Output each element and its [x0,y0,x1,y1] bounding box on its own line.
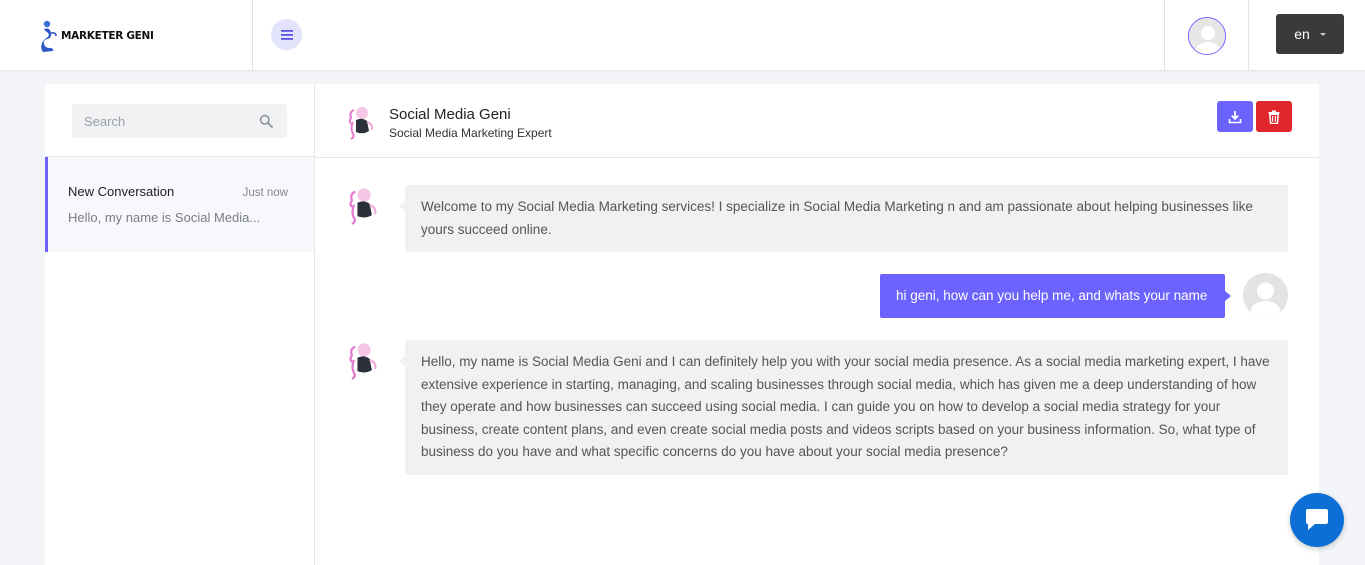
user-message: hi geni, how can you help me, and whats … [880,274,1231,318]
brand-name: MARKETER GENI [61,29,154,42]
user-placeholder-icon [1188,17,1225,54]
conversation-item[interactable]: New Conversation Just now Hello, my name… [45,157,314,252]
chat-widget-button[interactable] [1290,493,1344,547]
top-bar: MARKETER GENI en [0,0,1365,71]
menu-toggle-button[interactable] [271,19,302,50]
conversation-time: Just now [242,187,288,199]
chat-bubble-icon [1306,509,1328,530]
delete-button[interactable] [1256,101,1292,132]
chat-panel: Social Media Geni Social Media Marketing… [315,84,1319,565]
agent-avatar-icon [349,343,377,380]
agent-avatar-icon [348,107,374,140]
trash-icon [1268,109,1280,124]
search-area [45,84,314,157]
user-placeholder-icon [1243,273,1288,318]
download-icon [1228,110,1242,123]
user-message-avatar [1243,273,1288,318]
chat-header: Social Media Geni Social Media Marketing… [315,84,1319,158]
conversation-preview: Hello, my name is Social Media... [68,210,261,225]
language-value: en [1294,26,1310,42]
agent-role: Social Media Marketing Expert [389,126,552,140]
conversation-title: New Conversation [68,184,175,199]
brand[interactable]: MARKETER GENI [0,0,253,71]
user-menu[interactable] [1164,0,1249,71]
user-avatar[interactable] [1187,16,1226,55]
genie-logo-icon [41,20,57,52]
search-box [72,104,287,138]
agent-avatar-icon [349,188,377,225]
conversation-sidebar: New Conversation Just now Hello, my name… [45,84,315,565]
chat-card: New Conversation Just now Hello, my name… [45,84,1319,565]
search-icon[interactable] [259,114,273,128]
language-select[interactable]: en [1276,14,1344,54]
agent-name: Social Media Geni [389,106,511,123]
hamburger-icon [280,29,293,40]
search-input[interactable] [72,104,287,138]
bot-message: Welcome to my Social Media Marketing ser… [399,185,1288,252]
download-button[interactable] [1217,101,1253,132]
bot-message: Hello, my name is Social Media Geni and … [399,340,1288,475]
caret-down-icon [1319,32,1326,36]
